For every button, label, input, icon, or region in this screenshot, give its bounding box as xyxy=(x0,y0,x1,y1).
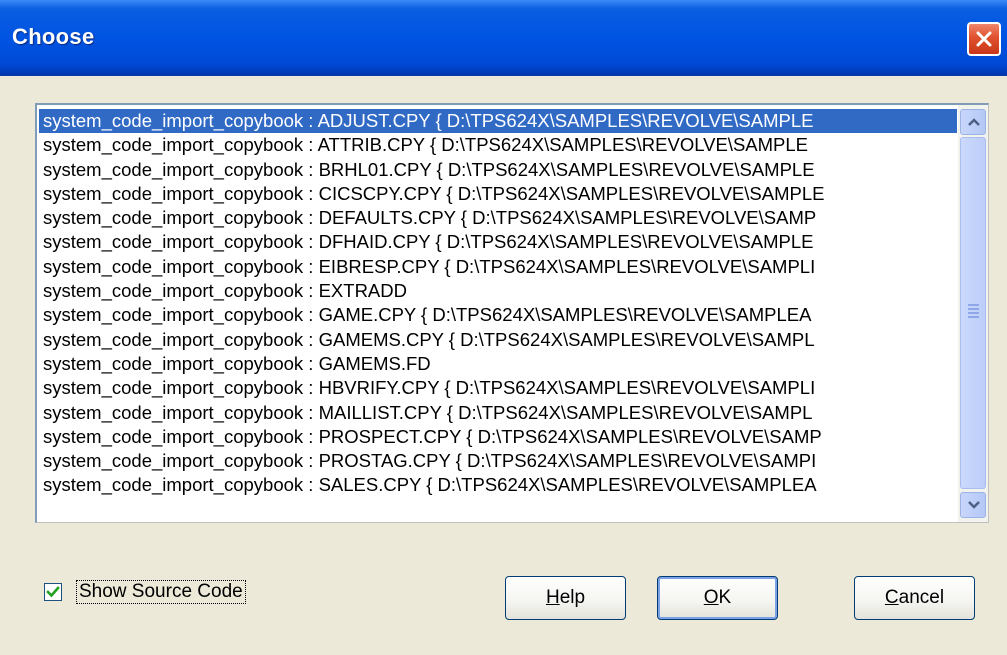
list-item[interactable]: system_code_import_copybook : GAME.CPY {… xyxy=(39,303,957,327)
list-item[interactable]: system_code_import_copybook : PROSPECT.C… xyxy=(39,425,957,449)
list-item[interactable]: system_code_import_copybook : BRHL01.CPY… xyxy=(39,158,957,182)
cancel-button-label-post: ancel xyxy=(898,587,945,608)
title-bar: Choose xyxy=(0,0,1007,76)
vertical-scrollbar[interactable] xyxy=(958,105,988,522)
close-icon xyxy=(976,31,992,47)
thumb-grip-line xyxy=(968,304,979,306)
show-source-label[interactable]: Show Source Code xyxy=(76,580,246,604)
list-item[interactable]: system_code_import_copybook : HBVRIFY.CP… xyxy=(39,376,957,400)
ok-button-accelerator: O xyxy=(703,587,719,608)
listbox-rows: system_code_import_copybook : ADJUST.CPY… xyxy=(39,109,957,498)
chevron-down-icon xyxy=(968,501,980,509)
list-item[interactable]: system_code_import_copybook : PROSTAG.CP… xyxy=(39,449,957,473)
help-button-accelerator: H xyxy=(545,587,560,608)
chevron-up-icon xyxy=(968,118,980,126)
list-item[interactable]: system_code_import_copybook : GAMEMS.CPY… xyxy=(39,328,957,352)
cancel-button[interactable]: Cancel xyxy=(854,576,975,620)
show-source-checkbox[interactable] xyxy=(44,583,62,601)
list-item[interactable]: system_code_import_copybook : EIBRESP.CP… xyxy=(39,255,957,279)
thumb-grip-line xyxy=(968,316,979,318)
scroll-down-button[interactable] xyxy=(960,492,986,518)
close-button[interactable] xyxy=(967,22,1001,56)
list-item[interactable]: system_code_import_copybook : ATTRIB.CPY… xyxy=(39,133,957,157)
list-item[interactable]: system_code_import_copybook : CICSCPY.CP… xyxy=(39,182,957,206)
list-item[interactable]: system_code_import_copybook : ADJUST.CPY… xyxy=(39,109,957,134)
help-button-label-post: elp xyxy=(559,587,586,608)
list-item[interactable]: system_code_import_copybook : MAILLIST.C… xyxy=(39,401,957,425)
list-item[interactable]: system_code_import_copybook : GAMEMS.FD xyxy=(39,352,957,376)
list-item[interactable]: system_code_import_copybook : DEFAULTS.C… xyxy=(39,206,957,230)
help-button[interactable]: Help xyxy=(505,576,626,620)
scroll-up-button[interactable] xyxy=(960,109,986,135)
scroll-thumb[interactable] xyxy=(960,137,986,489)
thumb-grip-line xyxy=(968,312,979,314)
list-item[interactable]: system_code_import_copybook : SALES.CPY … xyxy=(39,473,957,497)
checkmark-icon xyxy=(46,586,60,598)
ok-button-label-post: K xyxy=(718,587,732,608)
ok-button[interactable]: OK xyxy=(657,576,778,620)
cancel-button-accelerator: C xyxy=(884,587,899,608)
window-title: Choose xyxy=(12,24,95,49)
list-item[interactable]: system_code_import_copybook : DFHAID.CPY… xyxy=(39,230,957,254)
copybook-listbox[interactable]: system_code_import_copybook : ADJUST.CPY… xyxy=(35,103,989,523)
list-item[interactable]: system_code_import_copybook : EXTRADD xyxy=(39,279,957,303)
thumb-grip-line xyxy=(968,308,979,310)
